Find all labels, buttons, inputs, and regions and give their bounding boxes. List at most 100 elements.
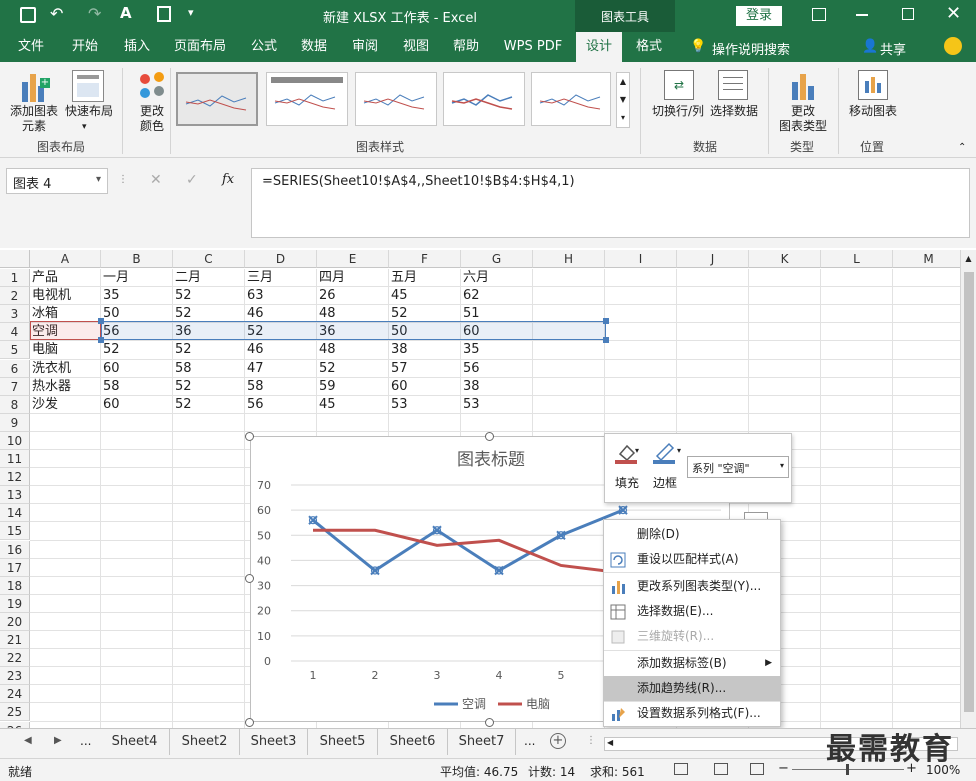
table-cell[interactable]: 60 <box>101 396 173 414</box>
row-header[interactable]: 13 <box>0 486 30 505</box>
ribbon-display-icon[interactable] <box>812 8 826 21</box>
column-header[interactable]: L <box>821 250 893 268</box>
sheet-tab[interactable]: Sheet7 <box>448 729 516 755</box>
worksheet-grid[interactable]: ABCDEFGHIJKLM 1 2 3 4 5 6 7 8 9 10 11 12 13 14 15 16 17 1… <box>0 250 960 728</box>
tab-wps-pdf[interactable]: WPS PDF <box>498 32 568 62</box>
table-cell[interactable]: 产品 <box>30 269 101 287</box>
zoom-out-icon[interactable]: − <box>778 761 789 776</box>
table-cell[interactable]: 洗衣机 <box>30 360 101 378</box>
column-header[interactable]: C <box>173 250 245 268</box>
sheet-tab[interactable]: Sheet4 <box>100 729 170 755</box>
table-cell[interactable]: 52 <box>173 396 245 414</box>
add-chart-element-button[interactable]: 添加图表 元素 <box>6 104 62 134</box>
select-all-corner[interactable] <box>0 250 30 268</box>
table-cell[interactable]: 沙发 <box>30 396 101 414</box>
scroll-thumb[interactable] <box>964 272 974 712</box>
column-header[interactable]: E <box>317 250 389 268</box>
table-cell[interactable]: 电脑 <box>30 341 101 359</box>
column-header[interactable]: J <box>677 250 749 268</box>
sheet-tab[interactable]: Sheet6 <box>378 729 448 755</box>
tab-insert[interactable]: 插入 <box>114 32 160 62</box>
vertical-scrollbar[interactable]: ▲ <box>960 250 976 728</box>
quick-layout-button[interactable]: 快速布局 <box>62 104 116 119</box>
tab-design[interactable]: 设计 <box>576 32 622 62</box>
row-header[interactable]: 1 <box>0 269 30 287</box>
row-header[interactable]: 10 <box>0 431 30 450</box>
chevron-down-icon[interactable]: ▾ <box>635 446 639 455</box>
menu-reset-style[interactable]: 重设以匹配样式(A) <box>604 547 780 572</box>
table-cell[interactable]: 52 <box>317 360 389 378</box>
column-header[interactable]: G <box>461 250 533 268</box>
table-cell[interactable]: 53 <box>389 396 461 414</box>
chevron-down-icon[interactable]: ▾ <box>677 446 681 455</box>
tab-help[interactable]: 帮助 <box>446 32 486 62</box>
column-header[interactable]: K <box>749 250 821 268</box>
tab-scroll-right-icon[interactable]: ▶ <box>54 735 62 746</box>
sheet-tab[interactable]: Sheet3 <box>240 729 308 755</box>
menu-change-series-type[interactable]: 更改系列图表类型(Y)... <box>604 574 780 599</box>
border-button-label[interactable]: 边框 <box>653 474 677 491</box>
table-cell[interactable]: 48 <box>317 341 389 359</box>
row-header[interactable]: 17 <box>0 558 30 577</box>
table-cell[interactable]: 热水器 <box>30 378 101 396</box>
enter-icon[interactable]: ✓ <box>186 172 198 188</box>
table-cell[interactable]: 58 <box>173 360 245 378</box>
column-header[interactable]: M <box>893 250 960 268</box>
row-header[interactable]: 7 <box>0 377 30 396</box>
table-cell[interactable]: 57 <box>389 360 461 378</box>
menu-select-data[interactable]: 选择数据(E)... <box>604 599 780 624</box>
menu-3d-rotation[interactable]: 三维旋转(R)... <box>604 624 780 649</box>
table-cell[interactable]: 四月 <box>317 269 389 287</box>
column-header[interactable]: D <box>245 250 317 268</box>
series-selector[interactable]: 系列 "空调" ▾ <box>687 456 789 478</box>
resize-handle[interactable] <box>245 574 254 583</box>
column-header[interactable]: A <box>30 250 101 268</box>
add-sheet-icon[interactable]: + <box>550 733 566 749</box>
table-cell[interactable]: 62 <box>461 287 533 305</box>
border-pen-icon[interactable] <box>653 442 677 464</box>
table-cell[interactable]: 38 <box>389 341 461 359</box>
table-cell[interactable]: 38 <box>461 378 533 396</box>
table-cell[interactable]: 45 <box>389 287 461 305</box>
customize-qat-icon[interactable]: ▾ <box>188 6 194 19</box>
table-cell[interactable]: 52 <box>173 378 245 396</box>
undo-icon[interactable]: ↶ <box>50 4 63 23</box>
row-header[interactable]: 16 <box>0 540 30 559</box>
row-header[interactable]: 6 <box>0 359 30 378</box>
resize-handle[interactable] <box>485 718 494 727</box>
table-cell[interactable]: 一月 <box>101 269 173 287</box>
more-tabs-right[interactable]: ... <box>524 734 535 748</box>
column-header[interactable]: H <box>533 250 605 268</box>
scroll-up-icon[interactable]: ▲ <box>961 254 976 263</box>
redo-icon[interactable]: ↷ <box>88 4 101 23</box>
table-cell[interactable]: 56 <box>461 360 533 378</box>
minimize-icon[interactable] <box>856 14 868 16</box>
table-cell[interactable]: 56 <box>245 396 317 414</box>
fill-button-label[interactable]: 填充 <box>615 474 639 491</box>
save-icon[interactable] <box>20 7 36 23</box>
row-header[interactable]: 15 <box>0 522 30 541</box>
smiley-icon[interactable] <box>944 37 962 55</box>
table-cell[interactable]: 电视机 <box>30 287 101 305</box>
row-header[interactable]: 9 <box>0 413 30 432</box>
row-header[interactable]: 3 <box>0 305 30 324</box>
login-button[interactable]: 登录 <box>736 6 782 26</box>
table-cell[interactable]: 52 <box>101 341 173 359</box>
row-header[interactable]: 12 <box>0 468 30 487</box>
select-data-button[interactable]: 选择数据 <box>708 104 760 119</box>
sheet-tab[interactable]: Sheet2 <box>170 729 240 755</box>
column-header[interactable]: I <box>605 250 677 268</box>
row-header[interactable]: 22 <box>0 649 30 668</box>
chart-style-5[interactable] <box>531 72 611 126</box>
scroll-left-icon[interactable]: ◀ <box>607 738 613 747</box>
insert-function-icon[interactable]: fx <box>222 172 234 187</box>
table-cell[interactable]: 53 <box>461 396 533 414</box>
styles-scroll[interactable]: ▲ ▼ ▾ <box>616 72 630 128</box>
row-header[interactable]: 21 <box>0 631 30 649</box>
change-colors-button[interactable]: 更改 颜色 <box>128 104 176 134</box>
share-button[interactable]: 共享 <box>880 39 906 58</box>
tab-file[interactable]: 文件 <box>8 32 54 62</box>
change-chart-type-button[interactable]: 更改 图表类型 <box>774 104 832 134</box>
tab-page-layout[interactable]: 页面布局 <box>168 32 232 62</box>
tab-formulas[interactable]: 公式 <box>244 32 284 62</box>
